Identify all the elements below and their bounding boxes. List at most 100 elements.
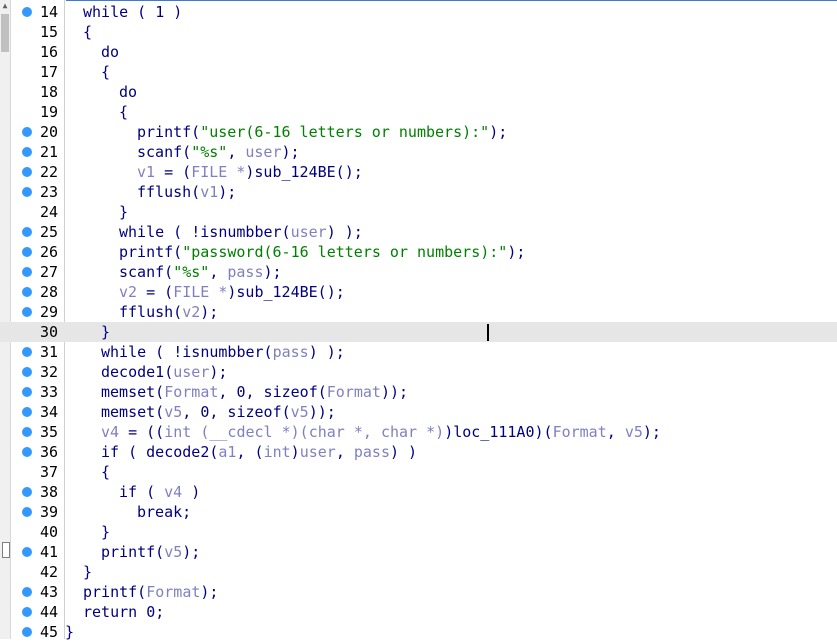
code-line[interactable]: 35 v4 = ((int (__cdecl *)(char *, char *)…	[0, 422, 837, 442]
identifier: FILE *	[191, 163, 246, 181]
code-line[interactable]: 42}	[0, 562, 837, 582]
breakpoint-dot-icon[interactable]	[22, 287, 32, 297]
code-token: while ( !isnumbber(	[101, 343, 273, 361]
code-text: while ( !isnumbber(user) );	[119, 222, 363, 242]
code-line[interactable]: 29 fflush(v2);	[0, 302, 837, 322]
code-text: }	[101, 322, 110, 342]
identifier: int (__cdecl *)(char *, char *)	[164, 423, 445, 441]
line-number: 22	[39, 163, 58, 181]
identifier: Format	[164, 383, 219, 401]
code-line[interactable]: 16 do	[0, 42, 837, 62]
identifier: v5	[624, 423, 643, 441]
code-line[interactable]: 21 scanf("%s", user);	[0, 142, 837, 162]
code-line[interactable]: 17 {	[0, 62, 837, 82]
code-token: printf(	[119, 243, 183, 261]
breakpoint-dot-icon[interactable]	[22, 627, 32, 637]
code-line[interactable]: 40}	[0, 522, 837, 542]
code-token: printf(	[83, 583, 147, 601]
code-token: ));	[380, 383, 409, 401]
code-line[interactable]: 20 printf("user(6-16 letters or numbers):…	[0, 122, 837, 142]
code-line[interactable]: 43 printf(Format);	[0, 582, 837, 602]
code-line[interactable]: 18 do	[0, 82, 837, 102]
breakpoint-dot-icon[interactable]	[22, 547, 32, 557]
line-number: 27	[39, 263, 58, 281]
breakpoint-dot-icon[interactable]	[22, 307, 32, 317]
code-text: v4 = ((int (__cdecl *)(char *, char *))l…	[101, 422, 661, 442]
code-line[interactable]: 28 v2 = (FILE *)sub_124BE();	[0, 282, 837, 302]
breakpoint-dot-icon[interactable]	[22, 387, 32, 397]
breakpoint-dot-icon[interactable]	[22, 407, 32, 417]
breakpoint-dot-icon[interactable]	[22, 587, 32, 597]
code-line[interactable]: 26 printf("password(6-16 letters or numbe…	[0, 242, 837, 262]
breakpoint-dot-icon[interactable]	[22, 447, 32, 457]
line-number: 25	[39, 223, 58, 241]
code-line[interactable]: 24}	[0, 202, 837, 222]
code-text: }	[65, 622, 74, 642]
line-number: 20	[39, 123, 58, 141]
code-line[interactable]: 36 if ( decode2(a1, (int)user, pass) )	[0, 442, 837, 462]
breakpoint-dot-icon[interactable]	[22, 127, 32, 137]
breakpoint-dot-icon[interactable]	[22, 247, 32, 257]
code-text: }	[83, 562, 92, 582]
code-line[interactable]: 34 memset(v5, 0, sizeof(v5));	[0, 402, 837, 422]
breakpoint-dot-icon[interactable]	[22, 147, 32, 157]
identifier: FILE *	[173, 283, 228, 301]
code-text: while ( !isnumbber(pass) );	[101, 342, 345, 362]
code-token: ) )	[390, 443, 418, 461]
code-text: }	[119, 202, 128, 222]
code-token: );	[489, 123, 508, 141]
breakpoint-dot-icon[interactable]	[22, 427, 32, 437]
code-token: ,	[335, 443, 354, 461]
code-token: memset(	[101, 383, 165, 401]
breakpoint-dot-icon[interactable]	[22, 607, 32, 617]
code-line[interactable]: 23 fflush(v1);	[0, 182, 837, 202]
line-number: 24	[39, 203, 58, 221]
code-text: scanf("%s", pass);	[119, 262, 282, 282]
code-token: );	[263, 263, 282, 281]
line-number: 29	[39, 303, 58, 321]
code-line[interactable]: 19 {	[0, 102, 837, 122]
code-token: );	[200, 303, 219, 321]
breakpoint-dot-icon[interactable]	[22, 267, 32, 277]
code-line[interactable]: 27 scanf("%s", pass);	[0, 262, 837, 282]
breakpoint-dot-icon[interactable]	[22, 7, 32, 17]
identifier: v2	[119, 283, 138, 301]
code-line[interactable]: 39 break;	[0, 502, 837, 522]
code-line[interactable]: 45}	[0, 622, 837, 642]
code-line[interactable]: 37 {	[0, 462, 837, 482]
line-number: 41	[39, 543, 58, 561]
code-line[interactable]: 30}	[0, 322, 837, 342]
breakpoint-dot-icon[interactable]	[22, 167, 32, 177]
breakpoint-dot-icon[interactable]	[22, 507, 32, 517]
code-token: while ( 1 )	[83, 3, 183, 21]
code-line[interactable]: 41 printf(v5);	[0, 542, 837, 562]
code-line[interactable]: 15 {	[0, 22, 837, 42]
code-line[interactable]: 14 while ( 1 )	[0, 2, 837, 22]
code-text: printf("password(6-16 letters or numbers…	[119, 242, 525, 262]
code-line[interactable]: 31 while ( !isnumbber(pass) );	[0, 342, 837, 362]
code-token: do	[101, 43, 120, 61]
breakpoint-dot-icon[interactable]	[22, 347, 32, 357]
code-line[interactable]: 22 v1 = (FILE *)sub_124BE();	[0, 162, 837, 182]
code-token: }	[101, 523, 111, 541]
code-token: ) );	[308, 343, 345, 361]
code-text: return 0;	[83, 602, 164, 622]
pseudocode-view[interactable]: 14 while ( 1 ) 15{16 do 17{18 do 19{20 printf("…	[0, 2, 837, 642]
code-line[interactable]: 38 if ( v4 )	[0, 482, 837, 502]
breakpoint-dot-icon[interactable]	[22, 367, 32, 377]
code-line[interactable]: 44 return 0;	[0, 602, 837, 622]
code-line[interactable]: 25 while ( !isnumbber(user) );	[0, 222, 837, 242]
line-number: 43	[39, 583, 58, 601]
line-number: 42	[39, 563, 58, 581]
identifier: user	[245, 143, 282, 161]
code-token: do	[119, 83, 138, 101]
identifier: int	[263, 443, 291, 461]
identifier: v2	[182, 303, 201, 321]
breakpoint-dot-icon[interactable]	[22, 227, 32, 237]
code-line[interactable]: 32 decode1(user);	[0, 362, 837, 382]
code-line[interactable]: 33 memset(Format, 0, sizeof(Format));	[0, 382, 837, 402]
line-number: 23	[39, 183, 58, 201]
breakpoint-dot-icon[interactable]	[22, 487, 32, 497]
breakpoint-dot-icon[interactable]	[22, 187, 32, 197]
code-text: {	[101, 462, 110, 482]
